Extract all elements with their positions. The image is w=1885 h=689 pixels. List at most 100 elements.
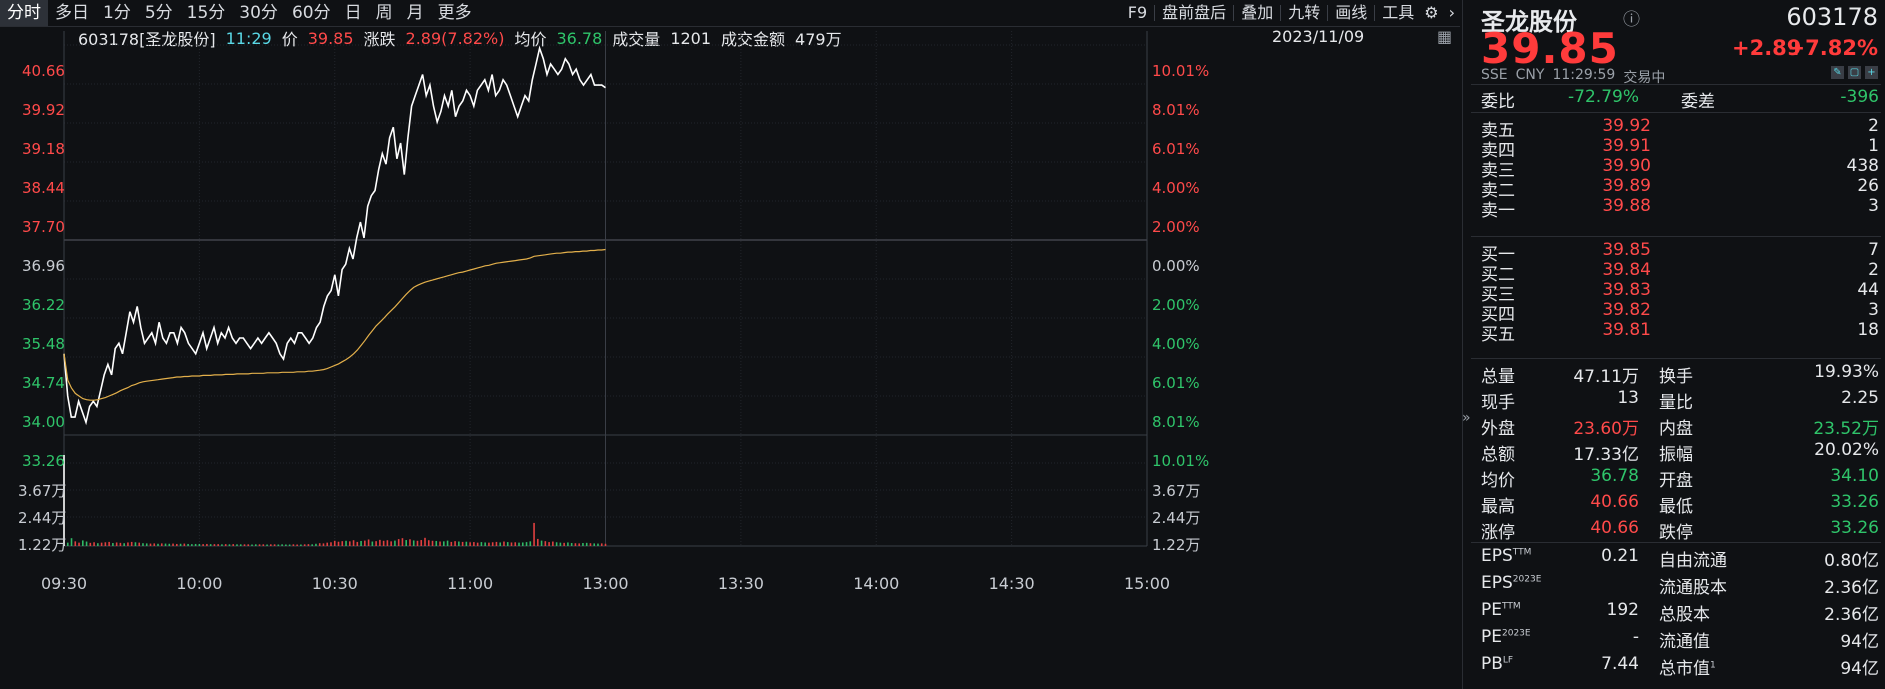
price-tick: 34.74	[22, 374, 65, 392]
sell-price: 39.88	[1602, 196, 1651, 216]
stat-label: 开盘	[1659, 471, 1693, 491]
volume-bar	[469, 542, 471, 546]
fundamental-label: 自由流通	[1659, 546, 1727, 571]
tab-period-0[interactable]: 分时	[0, 0, 48, 26]
volume-bar	[318, 543, 321, 546]
window-icon[interactable]: ▢	[1848, 66, 1861, 79]
volume-bar	[127, 542, 129, 546]
volume-bar	[458, 541, 460, 546]
volume-bar	[160, 543, 163, 546]
volume-bar	[555, 542, 558, 546]
percent-tick: 0.00%	[1152, 257, 1200, 275]
tab-period-9[interactable]: 月	[400, 0, 431, 26]
volume-bar	[585, 542, 588, 546]
buy-volume: 44	[1857, 280, 1879, 300]
volume-bar	[540, 540, 543, 546]
percent-tick: 10.01%	[1152, 452, 1210, 470]
divider	[1471, 542, 1881, 543]
volume-tick: 3.67万	[18, 482, 67, 500]
stat-label: 最低	[1659, 497, 1693, 517]
volume-bar	[300, 544, 302, 546]
volume-bar	[251, 544, 253, 546]
fundamental-value: 7.44	[1601, 654, 1639, 674]
gear-icon[interactable]: ⚙	[1419, 0, 1443, 26]
stat-label: 内盘	[1659, 419, 1693, 439]
tab-period-10[interactable]: 更多	[431, 0, 479, 26]
fundamental-label: PETTM	[1481, 600, 1521, 620]
volume-bar	[277, 544, 280, 546]
toolbar-right: F9 盘前盘后 叠加 九转 画线 工具 ⚙ ›	[1123, 0, 1460, 26]
toolbar-tool-3[interactable]: 九转	[1283, 0, 1325, 26]
volume-bar	[563, 542, 565, 546]
volume-bar	[74, 541, 77, 546]
stat-row: 涨停 40.66 跌停 33.26	[1481, 518, 1879, 543]
tab-period-4[interactable]: 15分	[180, 0, 233, 26]
volume-bar	[394, 540, 396, 546]
volume-bar	[435, 540, 438, 546]
volume-bar	[168, 543, 171, 546]
price-tick: 40.66	[22, 62, 65, 80]
tab-period-1[interactable]: 多日	[48, 0, 96, 26]
volume-bar	[292, 544, 295, 546]
percent-tick: 4.00%	[1152, 335, 1200, 353]
fundamental-name: 流通股本	[1659, 578, 1727, 598]
toolbar-tools: F9 盘前盘后 叠加 九转 画线 工具	[1123, 0, 1419, 26]
toolbar-tool-2[interactable]: 叠加	[1236, 0, 1278, 26]
sell-price: 39.92	[1602, 116, 1651, 136]
buy-row[interactable]: 买五 39.81 18	[1481, 320, 1879, 345]
volume-bar	[273, 544, 276, 546]
volume-bar	[123, 543, 125, 546]
fundamental-name: PE	[1481, 600, 1502, 620]
sell-volume: 438	[1846, 156, 1879, 176]
volume-bar	[85, 541, 88, 546]
volume-bar	[345, 540, 347, 546]
volume-bar	[142, 543, 144, 546]
volume-bar	[285, 544, 287, 546]
tab-period-8[interactable]: 周	[369, 0, 400, 26]
volume-bar	[510, 542, 513, 546]
volume-bar	[296, 544, 298, 546]
stat-label: 现手	[1481, 393, 1515, 413]
tab-period-7[interactable]: 日	[338, 0, 369, 26]
sell-row[interactable]: 卖一 39.88 3	[1481, 196, 1879, 221]
stat-value: 13	[1617, 388, 1639, 408]
volume-bar	[112, 543, 114, 546]
edit-icon[interactable]: ✎	[1831, 66, 1844, 79]
fundamental-label: 流通值	[1659, 627, 1710, 652]
volume-bar	[266, 544, 268, 546]
volume-bar	[480, 542, 483, 546]
price-tick: 36.22	[22, 296, 65, 314]
volume-bar	[424, 537, 426, 546]
volume-bar	[337, 541, 340, 546]
toolbar-separator	[1154, 5, 1156, 21]
volume-bar	[315, 543, 317, 546]
tab-period-6[interactable]: 60分	[285, 0, 338, 26]
add-icon[interactable]: +	[1865, 66, 1878, 79]
fundamental-row: EPSTTM 0.21 自由流通 0.80亿	[1481, 546, 1879, 571]
period-tabs: 分时 多日 1分 5分 15分 30分 60分日周月更多	[0, 0, 479, 26]
sell-volume: 1	[1868, 136, 1879, 156]
toolbar-tool-5[interactable]: 工具	[1377, 0, 1419, 26]
info-circle-icon[interactable]: ⓘ	[1623, 5, 1640, 30]
volume-bar	[78, 542, 80, 546]
tab-period-5[interactable]: 30分	[232, 0, 285, 26]
last-price: 39.85	[1481, 24, 1619, 73]
volume-bar	[567, 542, 569, 546]
fundamental-row: PBLF 7.44 总市值1 94亿	[1481, 654, 1879, 679]
toolbar-separator	[1233, 5, 1235, 21]
volume-bar	[239, 544, 242, 546]
volume-bar	[176, 543, 178, 546]
fundamental-row: EPS2023E 流通股本 2.36亿	[1481, 573, 1879, 598]
volume-bar	[89, 542, 92, 546]
tab-period-2[interactable]: 1分	[96, 0, 138, 26]
collapse-chevron-icon[interactable]: »	[1462, 410, 1471, 426]
volume-bar	[443, 541, 445, 546]
stat-value: 34.10	[1830, 466, 1879, 486]
volume-bar	[191, 544, 193, 546]
toolbar-tool-0[interactable]: F9	[1123, 0, 1152, 26]
toolbar-tool-1[interactable]: 盘前盘后	[1157, 0, 1231, 26]
chevron-right-icon[interactable]: ›	[1444, 0, 1460, 26]
volume-bar	[525, 542, 528, 546]
tab-period-3[interactable]: 5分	[138, 0, 180, 26]
toolbar-tool-4[interactable]: 画线	[1330, 0, 1372, 26]
